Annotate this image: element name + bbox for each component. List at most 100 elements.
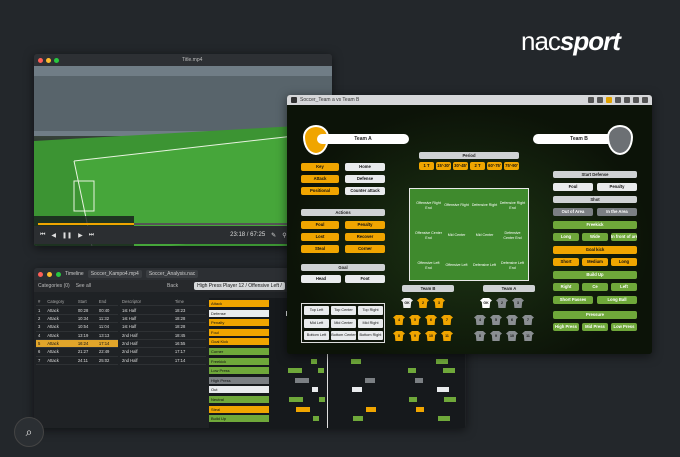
high-press-button[interactable]: High Press <box>553 323 579 331</box>
copy-icon[interactable] <box>597 97 603 103</box>
penalty-button-right[interactable]: Penalty <box>597 183 637 191</box>
track-segment[interactable] <box>415 377 423 383</box>
team-a-player-7[interactable]: 8 <box>474 331 486 341</box>
in-the-area-button[interactable]: In the Area <box>597 208 637 216</box>
camera-search-icon[interactable]: ⌕ <box>14 417 44 447</box>
out-of-area-button[interactable]: Out of Area <box>553 208 593 216</box>
folder-icon[interactable] <box>606 97 612 103</box>
track-label-0[interactable]: Attack <box>209 300 269 307</box>
team-b-player-2[interactable]: 3 <box>433 298 445 308</box>
col-start[interactable]: Start <box>75 298 97 307</box>
action-button-1-a[interactable]: Lost <box>301 233 339 241</box>
team-b-player-9[interactable]: 10 <box>425 331 437 341</box>
video-progress-bar[interactable] <box>38 223 328 225</box>
period-button-5[interactable]: 75'-90' <box>504 162 519 170</box>
track-label-7[interactable]: Low Press <box>209 367 269 375</box>
skip-back-icon[interactable]: ⏮ <box>40 232 45 239</box>
info-icon[interactable] <box>642 97 648 103</box>
col-category[interactable]: Category <box>45 298 76 307</box>
goal-zone-2[interactable]: Top Right <box>358 306 383 315</box>
back-button[interactable]: Back <box>167 283 178 289</box>
table-row[interactable]: 2nd Half 17:14 <box>120 356 206 366</box>
team-b-player-1[interactable]: 2 <box>417 298 429 308</box>
table-row[interactable]: 2 Attack 10:34 11:32 <box>36 314 118 324</box>
track-segment[interactable] <box>351 358 361 364</box>
pitch-zone-7[interactable]: Defensive Center End <box>499 222 526 249</box>
table-row[interactable]: 2nd Half 18:45 <box>120 331 206 340</box>
team-a-player-6[interactable]: 7 <box>522 315 534 325</box>
track-segment[interactable] <box>416 406 424 412</box>
track-label-10[interactable]: Neutral <box>209 396 269 403</box>
table-row[interactable]: 3 Attack 10:54 11:04 <box>36 322 118 332</box>
track-label-8[interactable]: High Press <box>209 376 269 384</box>
team-a-player-3[interactable]: 4 <box>474 315 486 325</box>
left-button-1-a[interactable]: Attack <box>301 175 339 183</box>
low-press-button[interactable]: Low Press <box>611 323 637 331</box>
track-label-12[interactable]: Build Up <box>209 415 269 423</box>
table-row[interactable]: 7 Attack 24:11 25:02 <box>36 356 118 366</box>
close-dot-icon[interactable] <box>38 271 43 277</box>
track-segment[interactable] <box>438 416 450 422</box>
track-segment[interactable] <box>408 368 416 374</box>
gk-long-button[interactable]: Long <box>611 258 637 266</box>
head-button[interactable]: Head <box>301 275 341 283</box>
team-b-player-10[interactable]: 11 <box>441 331 453 341</box>
see-all-link[interactable]: See all <box>76 283 91 289</box>
bu-right-button[interactable]: Right <box>553 283 579 291</box>
track-segment[interactable] <box>295 377 309 383</box>
table-row[interactable]: 1 Attack 00:28 00:40 <box>36 305 118 315</box>
pitch-zone-8[interactable]: Offensive Left End <box>415 252 442 279</box>
track-label-6[interactable]: Freekick <box>209 357 269 365</box>
analysis-file-select[interactable]: Soccer_Analysis.nac <box>145 270 199 278</box>
track-label-2[interactable]: Penalty <box>209 319 269 327</box>
gk-medium-button[interactable]: Medium <box>582 258 608 266</box>
table-row[interactable]: 1st Half 18:28 <box>120 322 206 332</box>
fk-front-button[interactable]: In front of area <box>611 233 637 241</box>
left-button-2-b[interactable]: Counter attack <box>345 187 385 195</box>
foul-button-right[interactable]: Foul <box>553 183 593 191</box>
track-segment[interactable] <box>365 377 375 383</box>
track-label-3[interactable]: Foul <box>209 328 269 336</box>
track-segment[interactable] <box>289 397 303 402</box>
pitch-zone-5[interactable]: Mid Center <box>443 222 470 249</box>
pitch-zone-11[interactable]: Defensive Left End <box>499 252 526 279</box>
goal-zone-7[interactable]: Bottom Center <box>331 331 356 340</box>
team-a-player-5[interactable]: 6 <box>506 315 518 325</box>
goal-zone-3[interactable]: Mid Left <box>304 318 329 328</box>
track-label-4[interactable]: Goal Kick <box>209 338 269 346</box>
team-a-bar[interactable]: Team A <box>317 134 409 144</box>
period-button-2[interactable]: 30'-45' <box>453 162 468 170</box>
left-button-1-b[interactable]: Defense <box>345 175 385 183</box>
track-segment[interactable] <box>436 358 448 364</box>
team-a-player-8[interactable]: 9 <box>490 331 502 341</box>
track-segment[interactable] <box>444 397 456 402</box>
col-descriptor[interactable]: Descriptor <box>120 298 173 307</box>
gear-icon[interactable] <box>633 97 639 103</box>
action-button-1-b[interactable]: Recover <box>345 233 385 241</box>
left-button-2-a[interactable]: Positional <box>301 187 339 195</box>
track-label-11[interactable]: Steal <box>209 405 269 413</box>
action-button-2-b[interactable]: Corner <box>345 245 385 253</box>
skip-forward-icon[interactable]: ⏭ <box>89 232 94 239</box>
track-segment[interactable] <box>296 406 310 412</box>
team-a-player-10[interactable]: 11 <box>522 331 534 341</box>
maximize-dot-icon[interactable] <box>56 271 61 277</box>
table-row[interactable]: 6 Attack 21:27 22:49 <box>36 347 118 357</box>
period-button-3[interactable]: 2 T <box>470 162 485 170</box>
period-button-0[interactable]: 1 T <box>419 162 434 170</box>
period-button-1[interactable]: 15'-30' <box>436 162 451 170</box>
track-segment[interactable] <box>288 368 302 374</box>
table-row[interactable]: 5 Attack 16:24 17:14 <box>36 339 118 349</box>
track-segment[interactable] <box>437 387 449 393</box>
fk-wide-button[interactable]: Wide <box>582 233 608 241</box>
pitch-zone-3[interactable]: Defensive Right End <box>499 192 526 219</box>
maximize-dot-icon[interactable] <box>54 57 59 63</box>
minimize-dot-icon[interactable] <box>46 57 51 63</box>
mid-press-button[interactable]: Mid Press <box>582 323 608 331</box>
track-segment[interactable] <box>353 416 363 422</box>
person-icon[interactable] <box>615 97 621 103</box>
team-b-player-4[interactable]: 5 <box>409 315 421 325</box>
table-row[interactable]: 2nd Half 16:55 <box>120 339 206 349</box>
team-b-player-5[interactable]: 6 <box>425 315 437 325</box>
table-row[interactable]: 1st Half 18:23 <box>120 305 206 315</box>
